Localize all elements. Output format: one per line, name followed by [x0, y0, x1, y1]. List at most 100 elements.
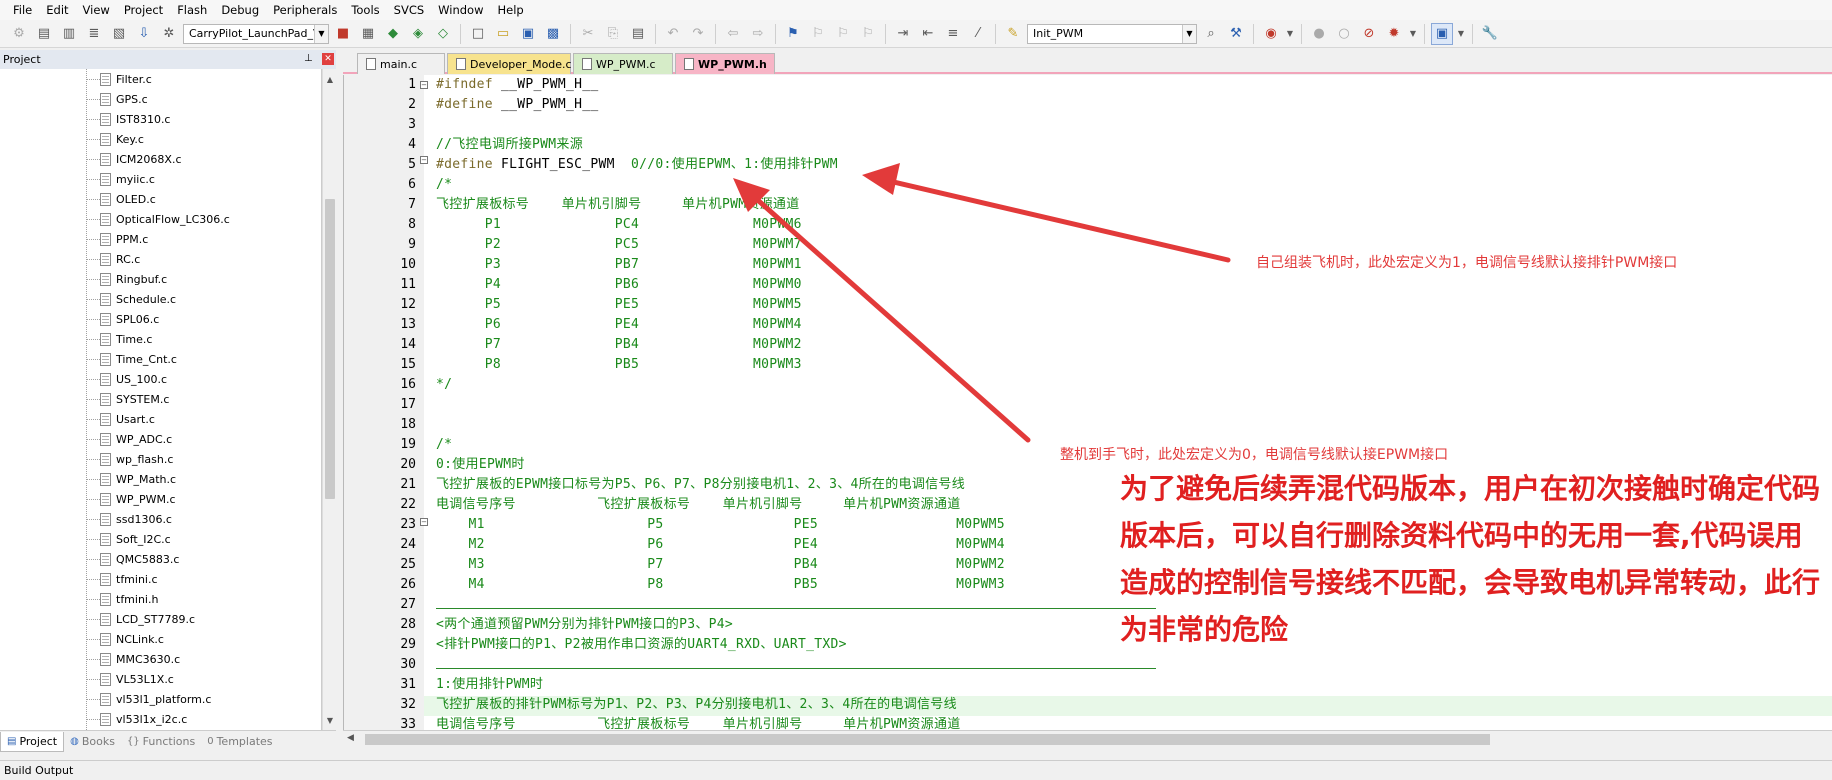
tree-file-item[interactable]: LCD_ST7789.c [86, 609, 195, 629]
tree-file-item[interactable]: Soft_I2C.c [86, 529, 171, 549]
tree-file-item[interactable]: MMC3630.c [86, 649, 180, 669]
runtime-env-icon[interactable]: ◇ [432, 23, 454, 45]
options-icon[interactable]: ✲ [158, 23, 180, 45]
cut-icon[interactable]: ✂ [577, 23, 599, 45]
tree-file-item[interactable]: Filter.c [86, 69, 152, 89]
tree-file-item[interactable]: Ringbuf.c [86, 269, 167, 289]
build-icon[interactable]: ▤ [33, 23, 55, 45]
tree-file-item[interactable]: OLED.c [86, 189, 156, 209]
editor-hscrollbar[interactable]: ◀ [343, 730, 1832, 747]
nav-forward-icon[interactable]: ⇨ [747, 23, 769, 45]
tree-file-item[interactable]: myiic.c [86, 169, 155, 189]
close-icon[interactable]: ✕ [322, 53, 334, 65]
tree-file-item[interactable]: vl53l1_platform.c [86, 689, 211, 709]
manage-icon[interactable]: ■ [332, 23, 354, 45]
tab-wp-pwm-c[interactable]: WP_PWM.c [573, 53, 673, 74]
tree-file-item[interactable]: Key.c [86, 129, 144, 149]
pack-installer-icon[interactable]: ◈ [407, 23, 429, 45]
menu-project[interactable]: Project [117, 3, 170, 17]
tab-books[interactable]: ◍ Books [64, 732, 121, 752]
window-layout-icon[interactable]: ▣ [1431, 22, 1453, 45]
function-select[interactable]: Init_PWM ▼ [1027, 23, 1197, 44]
find-icon[interactable]: ⌕ [1200, 23, 1222, 45]
manage-components-icon[interactable]: ▦ [357, 23, 379, 45]
tree-file-item[interactable]: SYSTEM.c [86, 389, 169, 409]
tree-file-item[interactable]: IST8310.c [86, 109, 170, 129]
pin-icon[interactable]: ⊥ [304, 53, 313, 64]
tree-file-item[interactable]: QMC5883.c [86, 549, 179, 569]
tree-file-item[interactable]: WP_PWM.c [86, 489, 176, 509]
debug-icon[interactable]: ◉ [1260, 23, 1282, 45]
tab-developer-mode-c[interactable]: Developer_Mode.c [447, 53, 572, 74]
tree-file-item[interactable]: tfmini.h [86, 589, 158, 609]
disable-all-breakpoints-icon[interactable]: ✹ [1383, 23, 1405, 45]
tree-file-item[interactable]: OpticalFlow_LC306.c [86, 209, 230, 229]
bookmark-icon[interactable]: ⚑ [782, 23, 804, 45]
undo-icon[interactable]: ↶ [662, 23, 684, 45]
tree-file-item[interactable]: PPM.c [86, 229, 148, 249]
tree-file-item[interactable]: Time_Cnt.c [86, 349, 177, 369]
build-output-tab[interactable]: Build Output [0, 760, 1832, 780]
menu-view[interactable]: View [76, 3, 117, 17]
unindent-icon[interactable]: ⇤ [917, 23, 939, 45]
indent-icon[interactable]: ⇥ [892, 23, 914, 45]
tree-file-item[interactable]: NCLink.c [86, 629, 164, 649]
breakpoint-dropdown-icon[interactable]: ▼ [1408, 23, 1418, 45]
configure-icon[interactable]: 🔧 [1479, 23, 1501, 45]
tree-file-item[interactable]: RC.c [86, 249, 140, 269]
clear-bookmarks-icon[interactable]: ⚐ [857, 23, 879, 45]
tree-file-item[interactable]: Schedule.c [86, 289, 176, 309]
find-in-files-icon[interactable]: ✎ [1002, 23, 1024, 45]
paste-icon[interactable]: ▤ [627, 23, 649, 45]
redo-icon[interactable]: ↷ [687, 23, 709, 45]
tree-file-item[interactable]: Usart.c [86, 409, 155, 429]
incremental-find-icon[interactable]: ⚒ [1225, 23, 1247, 45]
nav-back-icon[interactable]: ⇦ [722, 23, 744, 45]
menu-svcs[interactable]: SVCS [387, 3, 432, 17]
menu-debug[interactable]: Debug [214, 3, 266, 17]
tree-file-item[interactable]: tfmini.c [86, 569, 158, 589]
open-file-icon[interactable]: ▭ [492, 23, 514, 45]
menu-file[interactable]: File [6, 3, 39, 17]
tree-file-item[interactable]: vl53l1x_i2c.c [86, 709, 187, 729]
tree-file-item[interactable]: WP_Math.c [86, 469, 176, 489]
menu-flash[interactable]: Flash [170, 3, 214, 17]
copy-icon[interactable]: ⎘ [602, 23, 624, 45]
scroll-left-icon[interactable]: ◀ [347, 733, 354, 743]
scroll-down-icon[interactable]: ▼ [323, 712, 337, 728]
comment-icon[interactable]: ≡ [942, 23, 964, 45]
scroll-thumb[interactable] [365, 734, 1490, 745]
menu-peripherals[interactable]: Peripherals [266, 3, 344, 17]
tab-project[interactable]: ▤ Project [0, 731, 65, 752]
scroll-up-icon[interactable]: ▲ [323, 71, 337, 87]
menu-tools[interactable]: Tools [344, 3, 386, 17]
menu-window[interactable]: Window [431, 3, 490, 17]
target-select[interactable]: CarryPilot_LaunchPad_V5 ▼ [183, 23, 329, 44]
chevron-down-icon[interactable]: ▼ [1182, 24, 1196, 43]
menu-help[interactable]: Help [491, 3, 531, 17]
fold-icon[interactable]: − [420, 156, 428, 164]
tree-file-item[interactable]: US_100.c [86, 369, 167, 389]
tree-file-item[interactable]: SPL06.c [86, 309, 159, 329]
scroll-thumb[interactable] [325, 199, 335, 499]
tree-file-item[interactable]: VL53L1X.c [86, 669, 174, 689]
load-icon[interactable]: ⇩ [133, 23, 155, 45]
fold-icon[interactable]: − [420, 518, 428, 526]
tree-file-item[interactable]: Time.c [86, 329, 152, 349]
prev-bookmark-icon[interactable]: ⚐ [807, 23, 829, 45]
stop-build-icon[interactable]: ▧ [108, 23, 130, 45]
tab-functions[interactable]: {} Functions [121, 732, 201, 752]
disable-breakpoint-icon[interactable]: ○ [1333, 23, 1355, 45]
batch-build-icon[interactable]: ≣ [83, 23, 105, 45]
fold-icon[interactable]: − [420, 81, 428, 89]
tree-file-item[interactable]: ssd1306.c [86, 509, 172, 529]
tree-file-item[interactable]: WP_ADC.c [86, 429, 172, 449]
tree-file-item[interactable]: ICM2068X.c [86, 149, 182, 169]
tab-wp-pwm-h[interactable]: WP_PWM.h [675, 53, 775, 74]
translate-icon[interactable]: ⚙ [8, 23, 30, 45]
breakpoint-icon[interactable]: ● [1308, 23, 1330, 45]
tab-main-c[interactable]: main.c [357, 53, 445, 74]
new-file-icon[interactable]: □ [467, 23, 489, 45]
tab-templates[interactable]: 0 Templates [201, 732, 278, 752]
next-bookmark-icon[interactable]: ⚐ [832, 23, 854, 45]
